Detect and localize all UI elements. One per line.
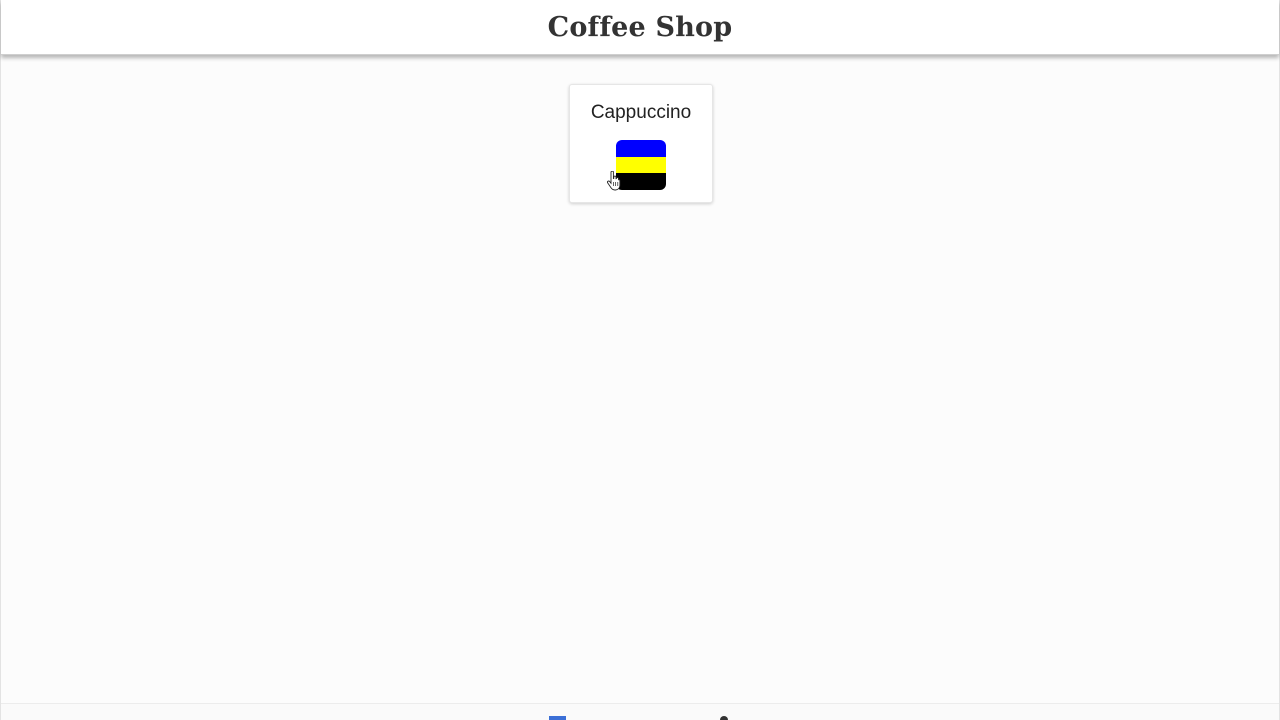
bottom-strip — [1, 703, 1279, 720]
bottom-dark-mark — [720, 716, 728, 720]
page: Coffee Shop Cappuccino — [0, 0, 1280, 720]
product-card-cappuccino[interactable]: Cappuccino — [569, 84, 713, 203]
cappuccino-icon-band-bottom — [616, 173, 666, 190]
page-title: Coffee Shop — [547, 11, 733, 43]
product-name: Cappuccino — [590, 102, 692, 123]
cappuccino-icon-band-middle — [616, 156, 666, 174]
cappuccino-icon — [616, 140, 666, 190]
app-header: Coffee Shop — [1, 0, 1279, 55]
cappuccino-icon-band-top — [616, 140, 666, 157]
bottom-blue-mark — [549, 716, 566, 720]
